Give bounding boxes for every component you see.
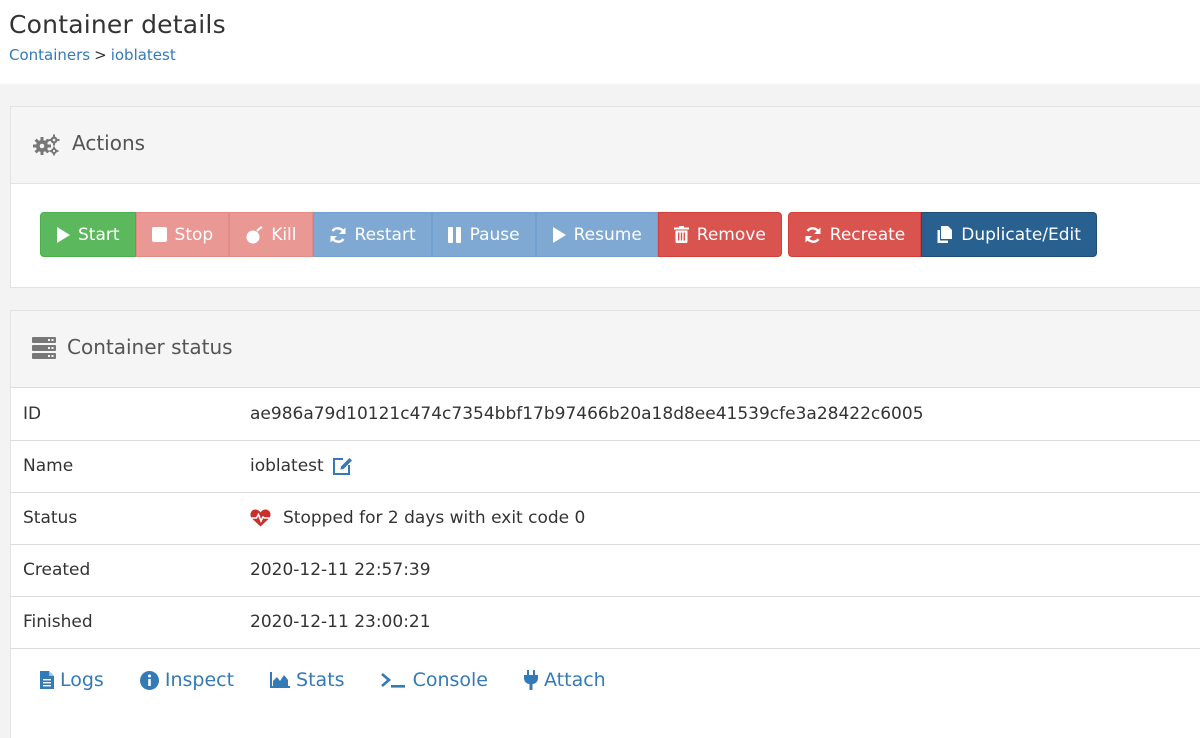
- actions-header: Actions: [11, 107, 1200, 184]
- remove-button[interactable]: Remove: [657, 212, 782, 257]
- console-label: Console: [412, 669, 488, 691]
- start-button[interactable]: Start: [40, 212, 136, 257]
- restart-label: Restart: [354, 224, 416, 245]
- breadcrumb-containers-link[interactable]: Containers: [9, 46, 90, 64]
- breadcrumb-separator: >: [94, 46, 107, 64]
- table-row: Name ioblatest: [11, 440, 1200, 493]
- console-link[interactable]: Console: [380, 669, 488, 691]
- recreate-button-group: Recreate Duplicate/Edit: [787, 212, 1097, 257]
- kill-label: Kill: [271, 224, 297, 245]
- logs-link[interactable]: Logs: [40, 669, 104, 691]
- table-row: Status Stopped for 2 days with exit code…: [11, 492, 1200, 545]
- bomb-icon: [246, 225, 263, 243]
- duplicate-edit-label: Duplicate/Edit: [961, 224, 1081, 245]
- lifecycle-button-group: Start Stop Kill Restart Pause Resume Rem…: [40, 212, 782, 257]
- recreate-label: Recreate: [829, 224, 906, 245]
- container-status-value: Stopped for 2 days with exit code 0: [283, 508, 586, 528]
- inspect-link[interactable]: Inspect: [139, 669, 235, 691]
- finished-value: 2020-12-11 23:00:21: [250, 596, 1200, 649]
- table-row: ID ae986a79d10121c474c7354bbf17b97466b20…: [11, 388, 1200, 441]
- play-icon: [57, 226, 70, 243]
- inspect-label: Inspect: [164, 669, 235, 691]
- table-row: Created 2020-12-11 22:57:39: [11, 544, 1200, 597]
- refresh-icon: [330, 226, 346, 243]
- breadcrumb: Containers > ioblatest: [9, 46, 176, 64]
- breadcrumb-current[interactable]: ioblatest: [111, 46, 176, 64]
- stats-label: Stats: [296, 669, 345, 691]
- file-icon: [40, 671, 54, 689]
- row-key-status: Status: [11, 492, 250, 545]
- stop-button[interactable]: Stop: [135, 212, 230, 257]
- resume-label: Resume: [573, 224, 642, 245]
- logs-label: Logs: [60, 669, 104, 691]
- pause-label: Pause: [469, 224, 520, 245]
- attach-link[interactable]: Attach: [524, 669, 606, 691]
- row-key-name: Name: [11, 440, 250, 493]
- container-name-value: ioblatest: [250, 456, 324, 476]
- container-status-panel: Container status ID ae986a79d10121c474c7…: [10, 310, 1200, 738]
- pause-button[interactable]: Pause: [431, 212, 536, 257]
- server-icon: [32, 337, 56, 363]
- resume-button[interactable]: Resume: [535, 212, 658, 257]
- created-value: 2020-12-11 22:57:39: [250, 544, 1200, 597]
- cogs-icon: [33, 134, 61, 160]
- trash-icon: [673, 226, 689, 243]
- kill-button[interactable]: Kill: [229, 212, 313, 257]
- actions-panel: Actions Start Stop Kill Restart Pause Re…: [10, 106, 1200, 288]
- row-key-created: Created: [11, 544, 250, 597]
- container-links: Logs Inspect Stats Console Attach: [40, 669, 642, 691]
- plug-icon: [524, 670, 538, 690]
- refresh-icon: [805, 226, 821, 243]
- stop-icon: [151, 227, 167, 242]
- info-icon: [139, 670, 159, 690]
- page-title: Container details: [9, 10, 226, 39]
- remove-label: Remove: [696, 224, 766, 245]
- container-id-value: ae986a79d10121c474c7354bbf17b97466b20a18…: [250, 388, 1200, 441]
- container-name-cell: ioblatest: [250, 440, 1200, 493]
- container-status-cell: Stopped for 2 days with exit code 0: [250, 492, 1200, 545]
- actions-title: Actions: [72, 131, 146, 155]
- stop-label: Stop: [174, 224, 214, 245]
- actions-toolbar: Start Stop Kill Restart Pause Resume Rem…: [40, 212, 1103, 257]
- page-header: Container details Containers > ioblatest: [0, 0, 1200, 84]
- start-label: Start: [78, 224, 120, 245]
- row-key-id: ID: [11, 388, 250, 441]
- row-key-finished: Finished: [11, 596, 250, 649]
- restart-button[interactable]: Restart: [312, 212, 432, 257]
- copy-icon: [937, 226, 953, 243]
- attach-label: Attach: [544, 669, 606, 691]
- terminal-icon: [380, 673, 405, 688]
- pause-icon: [447, 226, 461, 243]
- edit-icon[interactable]: [332, 456, 354, 476]
- play-icon: [552, 226, 566, 243]
- chart-icon: [270, 672, 291, 688]
- container-status-title: Container status: [67, 335, 233, 359]
- table-row: Finished 2020-12-11 23:00:21: [11, 596, 1200, 649]
- stats-link[interactable]: Stats: [270, 669, 345, 691]
- heartbeat-icon: [250, 509, 271, 527]
- container-status-header: Container status: [11, 311, 1200, 388]
- recreate-button[interactable]: Recreate: [787, 212, 922, 257]
- duplicate-edit-button[interactable]: Duplicate/Edit: [921, 212, 1097, 257]
- container-status-table: ID ae986a79d10121c474c7354bbf17b97466b20…: [11, 388, 1200, 649]
